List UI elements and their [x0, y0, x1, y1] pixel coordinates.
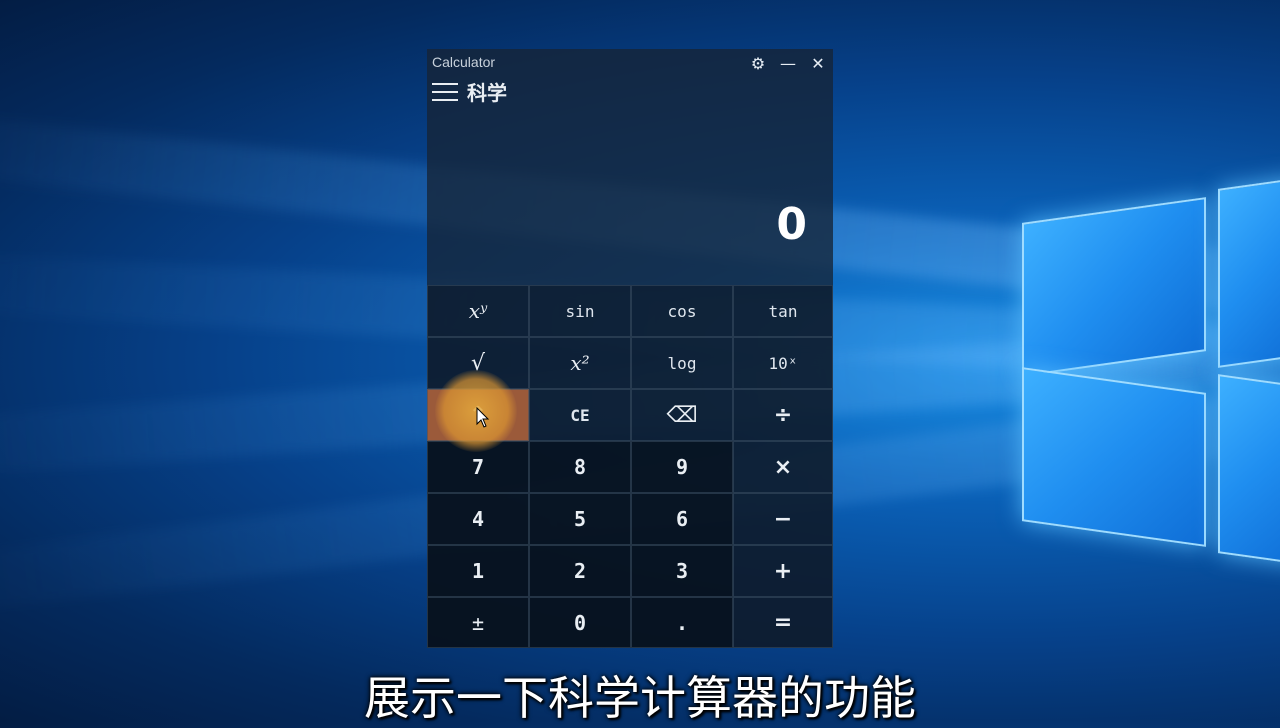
gear-icon: ⚙	[750, 54, 766, 73]
mouse-pointer-icon	[476, 407, 490, 428]
calculator-window: Calculator ⚙ — ✕ 科学 0 xʸ sin cos tan √ x…	[427, 49, 833, 648]
digit-9-button[interactable]: 9	[631, 441, 733, 493]
subtract-button[interactable]: −	[733, 493, 833, 545]
square-button[interactable]: x²	[529, 337, 631, 389]
backspace-button[interactable]: ⌫	[631, 389, 733, 441]
keypad: xʸ sin cos tan √ x² log 10ˣ ↑ CE ⌫ ÷ 7 8…	[427, 285, 833, 648]
video-subtitle: 展示一下科学计算器的功能	[364, 671, 916, 725]
windows-logo	[1010, 175, 1280, 565]
digit-1-button[interactable]: 1	[427, 545, 529, 597]
minimize-button[interactable]: —	[773, 51, 803, 77]
digit-4-button[interactable]: 4	[427, 493, 529, 545]
clear-entry-button[interactable]: CE	[529, 389, 631, 441]
decimal-button[interactable]: .	[631, 597, 733, 648]
power-button[interactable]: xʸ	[427, 285, 529, 337]
negate-button[interactable]: ±	[427, 597, 529, 648]
divide-button[interactable]: ÷	[733, 389, 833, 441]
digit-6-button[interactable]: 6	[631, 493, 733, 545]
ten-power-button[interactable]: 10ˣ	[733, 337, 833, 389]
digit-2-button[interactable]: 2	[529, 545, 631, 597]
log-button[interactable]: log	[631, 337, 733, 389]
close-button[interactable]: ✕	[803, 51, 833, 77]
close-icon: ✕	[811, 54, 825, 73]
tan-button[interactable]: tan	[733, 285, 833, 337]
mode-title: 科学	[467, 81, 507, 105]
hamburger-menu-icon[interactable]	[432, 83, 458, 101]
square-root-button[interactable]: √	[427, 337, 529, 389]
backspace-icon: ⌫	[666, 402, 698, 428]
equals-button[interactable]: =	[733, 597, 833, 648]
digit-8-button[interactable]: 8	[529, 441, 631, 493]
result-display: 0	[776, 199, 807, 250]
digit-0-button[interactable]: 0	[529, 597, 631, 648]
minimize-icon: —	[780, 54, 796, 73]
app-title: Calculator	[432, 54, 496, 70]
digit-5-button[interactable]: 5	[529, 493, 631, 545]
add-button[interactable]: +	[733, 545, 833, 597]
title-bar[interactable]: Calculator ⚙ — ✕	[427, 49, 833, 77]
digit-7-button[interactable]: 7	[427, 441, 529, 493]
multiply-button[interactable]: ×	[733, 441, 833, 493]
settings-button[interactable]: ⚙	[743, 51, 773, 77]
sin-button[interactable]: sin	[529, 285, 631, 337]
mode-header: 科学	[427, 77, 833, 107]
digit-3-button[interactable]: 3	[631, 545, 733, 597]
cos-button[interactable]: cos	[631, 285, 733, 337]
